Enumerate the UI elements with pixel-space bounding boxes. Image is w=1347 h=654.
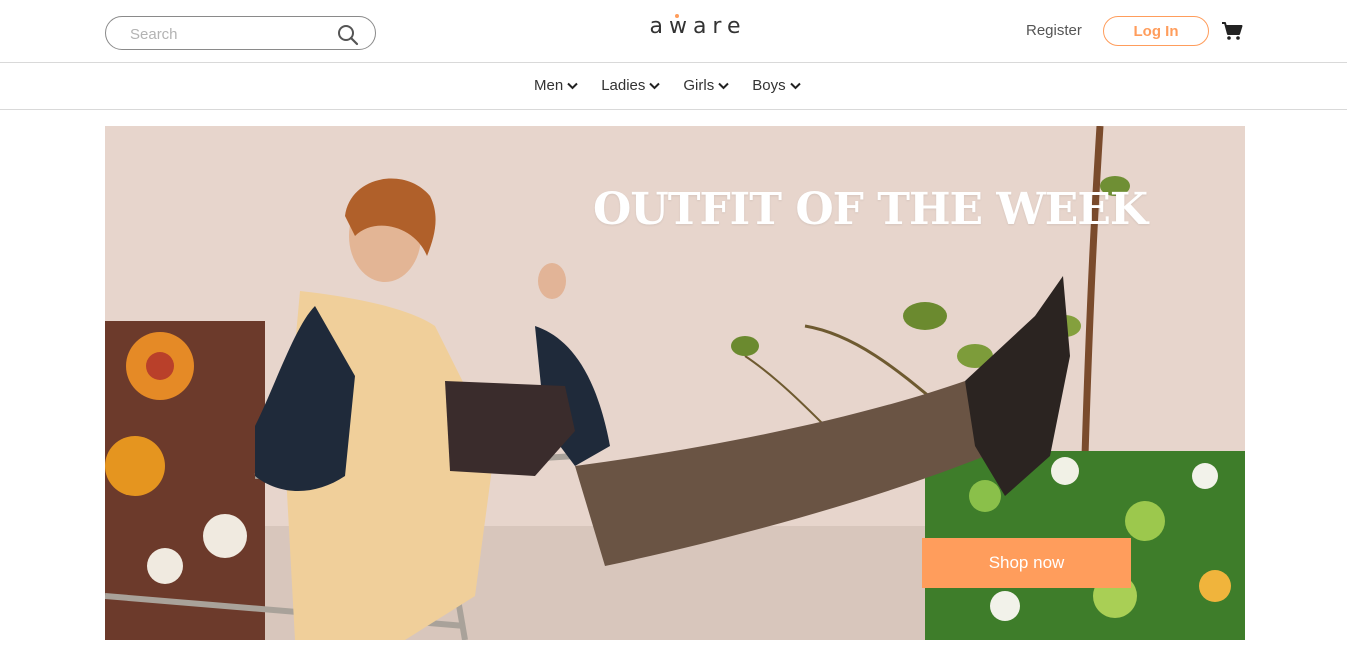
site-logo[interactable]: aware bbox=[598, 14, 798, 39]
hero-title: OUTFIT OF THE WEEK bbox=[593, 184, 1148, 235]
nav-item-girls[interactable]: Girls bbox=[683, 77, 729, 94]
cart-icon[interactable] bbox=[1221, 21, 1243, 41]
register-link[interactable]: Register bbox=[1026, 22, 1082, 39]
nav-item-ladies[interactable]: Ladies bbox=[601, 77, 661, 94]
main-nav: Men Ladies Girls Boys bbox=[0, 63, 1347, 110]
search-box[interactable] bbox=[105, 16, 376, 50]
chevron-down-icon bbox=[567, 82, 578, 89]
search-icon[interactable] bbox=[337, 24, 359, 46]
login-button[interactable]: Log In bbox=[1103, 16, 1209, 46]
nav-item-label: Ladies bbox=[601, 77, 646, 94]
chevron-down-icon bbox=[789, 82, 801, 89]
hero-banner[interactable]: OUTFIT OF THE WEEK Shop now bbox=[105, 126, 1245, 640]
nav-item-boys[interactable]: Boys bbox=[752, 77, 801, 94]
nav-item-men[interactable]: Men bbox=[534, 77, 578, 94]
nav-item-label: Men bbox=[534, 77, 564, 94]
chevron-down-icon bbox=[649, 82, 661, 89]
chevron-down-icon bbox=[718, 82, 729, 89]
site-header: aware Register Log In bbox=[0, 0, 1347, 63]
search-input[interactable] bbox=[128, 24, 332, 44]
shop-now-button[interactable]: Shop now bbox=[922, 538, 1131, 588]
nav-item-label: Girls bbox=[683, 77, 715, 94]
logo-text: aware bbox=[649, 14, 747, 39]
nav-item-label: Boys bbox=[752, 77, 786, 94]
logo-accent-dot bbox=[675, 14, 679, 18]
